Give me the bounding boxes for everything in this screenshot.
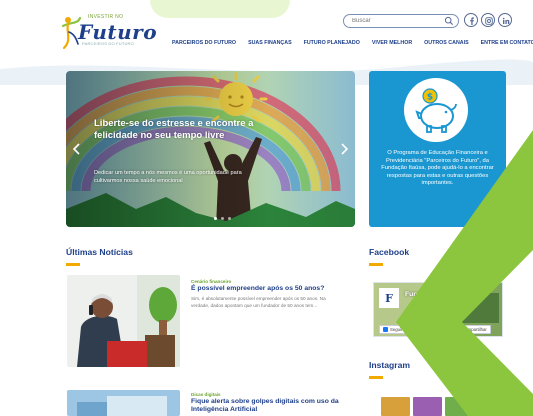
news-excerpt: Sim, é absolutamente possível empreender… [191,296,326,308]
nav-item-suas-financas[interactable]: SUAS FINANÇAS [248,40,292,50]
nav-item-viver-melhor[interactable]: VIVER MELHOR [372,40,412,50]
slider-dot[interactable] [214,217,217,220]
instagram-heading: Instagram [369,360,411,370]
facebook-follow-label: Seguir Página [390,327,417,332]
news-category[interactable]: Cenário financeiro [191,279,231,284]
promo-card[interactable]: $ O Programa de Educação Financeira e Pr… [369,71,506,227]
instagram-icon[interactable] [481,13,495,27]
svg-text:F: F [385,292,393,305]
instagram-thumbnail[interactable] [413,397,442,416]
instagram-feed [381,397,506,416]
facebook-share-label: Compartilhar [462,327,487,332]
nav-item-parceiros-do-futuro[interactable]: PARCEIROS DO FUTURO [172,40,236,50]
hero-slider[interactable]: Liberte-se do estresse e encontre a feli… [66,71,355,227]
site-logo[interactable]: INVESTIR NO Futuro PARCEIROS DO FUTURO [60,14,160,50]
facebook-heading-underline [369,263,383,266]
share-icon: ➦ [456,326,461,333]
instagram-thumbnail[interactable] [477,397,506,416]
instagram-thumbnail[interactable] [445,397,474,416]
nav-item-futuro-planejado[interactable]: FUTURO PLANEJADO [304,40,360,50]
main-nav: PARCEIROS DO FUTURO SUAS FINANÇAS FUTURO… [172,40,533,50]
facebook-share-button[interactable]: ➦ Compartilhar [452,325,491,334]
news-photo-businessman [67,275,180,367]
search-input[interactable] [352,16,442,26]
linkedin-icon[interactable] [498,13,512,27]
logo-tagline: PARCEIROS DO FUTURO [82,41,134,46]
facebook-widget[interactable]: F Fundação Itaúsa In... Seguir Página ➦ … [373,282,503,337]
nav-item-entre-em-contato[interactable]: ENTRE EM CONTATO [481,40,533,50]
promo-text: O Programa de Educação Financeira e Prev… [381,150,494,187]
hero-title[interactable]: Liberte-se do estresse e encontre a feli… [94,118,264,141]
piggy-bank-badge: $ [404,78,468,142]
search-box[interactable] [343,14,459,28]
news-title[interactable]: Fique alerta sobre golpes digitais com u… [191,398,343,415]
facebook-icon [383,327,388,332]
facebook-heading: Facebook [369,247,410,257]
svg-text:$: $ [427,93,433,103]
nav-item-outros-canais[interactable]: OUTROS CANAIS [424,40,468,50]
news-photo-digital [67,390,180,416]
hero-image [66,71,355,227]
search-icon[interactable] [444,16,454,26]
news-title[interactable]: É possível empreender após os 50 anos? [191,285,343,293]
instagram-thumbnail[interactable] [381,397,410,416]
news-heading: Últimas Notícias [66,247,133,257]
hero-description: Dedicar um tempo a nós mesmos é uma opor… [94,170,242,184]
facebook-icon[interactable] [464,13,478,27]
instagram-heading-underline [369,376,383,379]
facebook-page-name[interactable]: Fundação Itaúsa In... [405,291,472,298]
piggy-bank-icon: $ [415,88,457,133]
news-image[interactable] [67,390,180,416]
chevron-right-icon[interactable] [339,143,349,155]
news-image[interactable] [67,275,180,367]
slider-dots [214,217,231,220]
site-header: INVESTIR NO Futuro PARCEIROS DO FUTURO P… [0,0,533,62]
slider-dot[interactable] [228,217,231,220]
chevron-left-icon[interactable] [72,143,82,155]
news-heading-underline [66,263,80,266]
slider-dot[interactable] [221,217,224,220]
facebook-follow-button[interactable]: Seguir Página [379,325,421,334]
news-category[interactable]: Dicas digitais [191,392,221,397]
